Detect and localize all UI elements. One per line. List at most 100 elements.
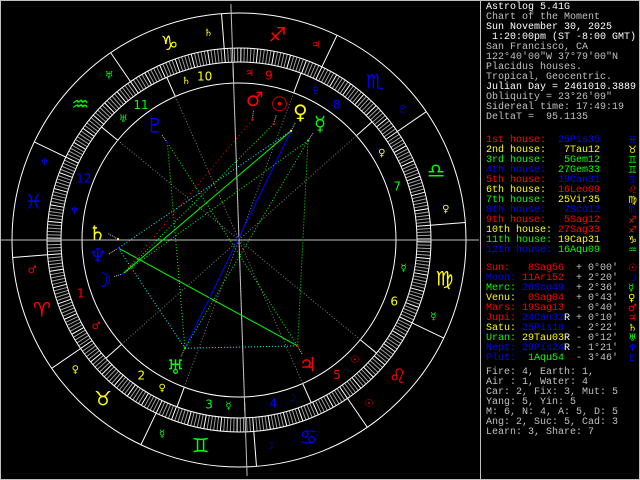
- sign-ruler-icon: ♀: [442, 204, 449, 215]
- degree-tick: [155, 400, 163, 414]
- aspect-line: [166, 142, 186, 349]
- degree-tick: [76, 136, 90, 145]
- degree-tick: [92, 114, 105, 125]
- degree-tick: [52, 280, 66, 286]
- degree-tick: [48, 214, 63, 218]
- degree-tick: [415, 262, 430, 266]
- degree-tick: [130, 81, 139, 94]
- degree-tick: [197, 52, 202, 67]
- sign-boundary: [110, 52, 131, 82]
- degree-tick: [217, 49, 220, 64]
- house-label: 12th house:: [486, 245, 553, 256]
- house-number: 8: [333, 98, 341, 112]
- degree-tick: [206, 415, 210, 430]
- planet-dot: [306, 139, 309, 142]
- degree-tick: [230, 48, 232, 63]
- degree-tick: [252, 417, 255, 432]
- degree-tick: [358, 371, 369, 383]
- degree-tick: [276, 413, 281, 428]
- planet-dot: [272, 123, 275, 126]
- degree-tick: [363, 366, 374, 378]
- house-ruler-icon: ♅: [119, 114, 128, 125]
- degree-tick: [367, 362, 379, 373]
- house-number: 4: [269, 396, 277, 410]
- degree-tick: [116, 91, 127, 103]
- degree-tick: [143, 394, 152, 408]
- degree-tick: [152, 398, 160, 412]
- degree-tick: [140, 392, 149, 406]
- house-cusp-line: [176, 386, 185, 408]
- aspect-line: [122, 140, 309, 275]
- degree-tick: [414, 208, 429, 212]
- degree-tick: [416, 247, 431, 250]
- degree-tick: [413, 201, 428, 206]
- degree-tick: [326, 72, 335, 86]
- house-cusp-line: [356, 121, 373, 137]
- degree-tick: [49, 207, 64, 211]
- degree-tick: [336, 388, 346, 401]
- degree-tick: [124, 85, 134, 98]
- degree-tick: [258, 416, 261, 431]
- degree-tick: [121, 87, 132, 99]
- degree-tick: [106, 368, 117, 380]
- degree-tick: [360, 368, 372, 380]
- degree-tick: [379, 348, 392, 358]
- degree-tick: [390, 139, 404, 148]
- degree-tick: [396, 321, 410, 330]
- degree-tick: [47, 256, 62, 259]
- aspect-line: [122, 123, 275, 275]
- house-ruler-icon: ♀: [159, 383, 166, 394]
- degree-tick: [341, 384, 351, 397]
- degree-tick: [101, 364, 113, 375]
- planet-icon: ♀: [293, 100, 308, 124]
- degree-tick: [339, 81, 349, 94]
- degree-tick: [53, 286, 68, 292]
- degree-tick: [126, 384, 136, 397]
- degree-tick: [48, 265, 63, 269]
- degree-tick: [116, 376, 126, 389]
- aspect-line: [118, 247, 298, 347]
- degree-tick: [187, 54, 193, 69]
- degree-tick: [381, 345, 394, 355]
- degree-tick: [65, 156, 79, 164]
- house-ruler-icon: ♄: [182, 76, 191, 87]
- zodiac-sign-icon: ♐: [268, 23, 286, 47]
- degree-tick: [186, 411, 192, 426]
- degree-tick: [372, 112, 384, 123]
- degree-tick: [387, 133, 400, 143]
- degree-tick: [375, 353, 388, 363]
- degree-tick: [410, 287, 425, 293]
- degree-tick: [391, 330, 405, 339]
- degree-tick: [415, 211, 430, 215]
- zodiac-sign-icon: ♋: [300, 425, 318, 449]
- house-cusp-line: [359, 339, 377, 354]
- degree-tick: [119, 89, 129, 101]
- planet-icon: ♅: [167, 355, 185, 379]
- degree-tick: [342, 83, 352, 96]
- degree-tick: [383, 343, 396, 353]
- degree-tick: [415, 259, 430, 263]
- degree-tick: [273, 414, 278, 429]
- degree-tick: [349, 379, 359, 391]
- degree-tick: [416, 250, 431, 253]
- degree-tick: [49, 210, 64, 214]
- degree-tick: [48, 262, 63, 266]
- degree-tick: [219, 417, 223, 432]
- degree-tick: [315, 66, 323, 80]
- house-ruler-icon: ☽: [287, 393, 296, 404]
- house-spoke: [238, 239, 304, 384]
- degree-tick: [409, 185, 424, 191]
- planet-name: Plut:: [486, 353, 517, 364]
- degree-tick: [286, 54, 292, 69]
- degree-tick: [249, 48, 252, 63]
- degree-tick: [53, 191, 67, 196]
- degree-tick: [414, 266, 429, 270]
- sign-boundary: [321, 35, 338, 68]
- degree-tick: [416, 224, 431, 227]
- planet-icon: ☉: [271, 92, 289, 116]
- retrograde-flag: R: [564, 343, 571, 354]
- degree-tick: [280, 53, 285, 68]
- zodiac-sign-icon: ♍: [435, 266, 453, 290]
- degree-tick: [416, 231, 431, 233]
- sign-ruler-icon: ♇: [398, 105, 407, 116]
